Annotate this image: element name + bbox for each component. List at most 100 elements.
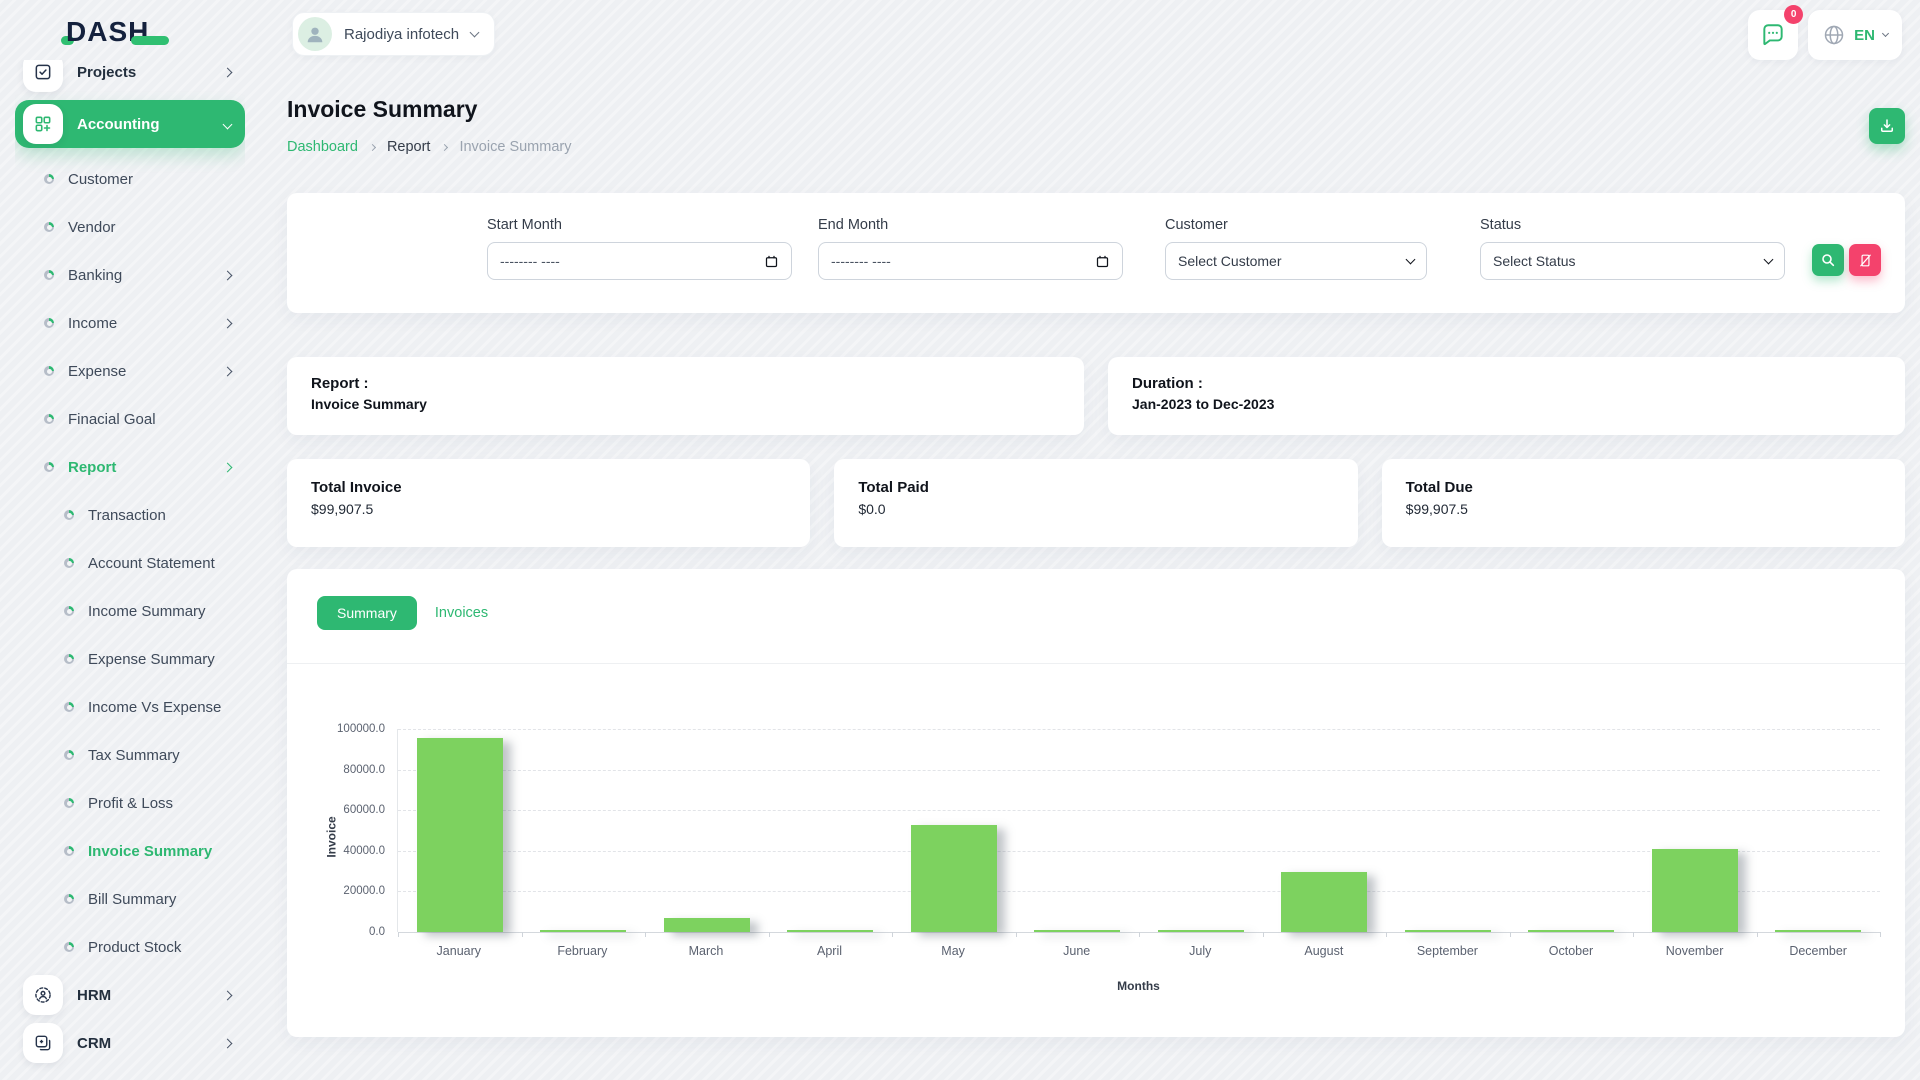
sidebar-item-product-stock[interactable]: Product Stock [15,923,245,971]
status-select[interactable]: Select Status [1480,242,1785,280]
company-selector[interactable]: Rajodiya infotech [292,12,495,56]
bullet-icon [64,798,74,808]
sidebar-item-label: Bill Summary [88,891,245,908]
axis-tick [522,932,523,937]
sidebar-item-income-summary[interactable]: Income Summary [15,587,245,635]
sidebar-item-banking[interactable]: Banking [15,251,245,299]
bar-august[interactable] [1281,872,1367,932]
stat-value: $0.0 [858,501,1333,517]
sidebar-item-label: Product Stock [88,939,245,956]
tab-invoices[interactable]: Invoices [435,605,488,621]
search-button[interactable] [1812,244,1844,276]
bar-slot [1386,729,1510,932]
x-axis-label: November [1633,944,1757,958]
sidebar-item-account-statement[interactable]: Account Statement [15,539,245,587]
messages-button[interactable]: 0 [1748,10,1798,60]
sidebar-item-finacial-goal[interactable]: Finacial Goal [15,395,245,443]
bar-february[interactable] [540,930,626,932]
stat-label: Total Paid [858,479,1333,496]
duration-label: Duration : [1132,375,1881,392]
sidebar-item-label: Vendor [68,219,245,236]
sidebar-item-transaction[interactable]: Transaction [15,491,245,539]
app-logo[interactable]: DASH [66,16,149,48]
end-month-input[interactable]: -------- ---- [818,242,1123,280]
chevron-down-icon [1882,30,1889,37]
bar-slot [1139,729,1263,932]
y-axis-tick: 80000.0 [343,764,385,776]
sidebar-item-label: Finacial Goal [68,411,245,428]
start-month-input[interactable]: -------- ---- [487,242,792,280]
bar-april[interactable] [787,930,873,932]
x-axis-label: September [1386,944,1510,958]
sidebar-item-label: HRM [77,987,210,1004]
bar-october[interactable] [1528,930,1614,932]
bar-june[interactable] [1034,930,1120,932]
x-axis-label: October [1509,944,1633,958]
tab-summary[interactable]: Summary [317,596,417,630]
chevron-right-icon [223,462,233,472]
x-axis-label: July [1138,944,1262,958]
chevron-down-icon [1764,254,1774,264]
sidebar-item-label: Expense [68,363,210,380]
sidebar-item-invoice-summary[interactable]: Invoice Summary [15,827,245,875]
language-selector[interactable]: EN [1808,10,1902,60]
sidebar-item-profit-loss[interactable]: Profit & Loss [15,779,245,827]
axis-tick [1016,932,1017,937]
breadcrumb-report[interactable]: Report [387,139,431,155]
y-axis-tick: 100000.0 [337,723,385,735]
bullet-icon [44,318,54,328]
breadcrumb-dashboard[interactable]: Dashboard [287,139,358,155]
bar-slot [1016,729,1140,932]
topbar: DASH Rajodiya infotech 0 EN [0,0,1920,70]
stat-card-total-invoice: Total Invoice $99,907.5 [287,459,810,547]
bullet-icon [64,750,74,760]
chevron-right-icon [223,318,233,328]
sidebar-item-expense-summary[interactable]: Expense Summary [15,635,245,683]
bar-may[interactable] [911,825,997,932]
sidebar-item-accounting[interactable]: Accounting [15,100,245,148]
chart-card: Summary Invoices Invoice 100000.080000.0… [287,569,1905,1037]
bar-november[interactable] [1652,849,1738,932]
bullet-icon [44,366,54,376]
sidebar-item-hrm[interactable]: HRM [15,971,245,1019]
download-button[interactable] [1869,108,1905,144]
bar-december[interactable] [1775,930,1861,932]
report-card: Report : Invoice Summary [287,357,1084,435]
sidebar-item-customer[interactable]: Customer [15,155,245,203]
sidebar-item-report[interactable]: Report [15,443,245,491]
sidebar-item-bill-summary[interactable]: Bill Summary [15,875,245,923]
company-name: Rajodiya infotech [344,26,459,43]
main-content: Invoice Summary Dashboard Report Invoice… [287,96,1905,1037]
bar-slot [1263,729,1387,932]
bar-slot [1510,729,1634,932]
person-icon [304,23,326,45]
x-axis: JanuaryFebruaryMarchAprilMayJuneJulyAugu… [397,944,1880,958]
customer-select[interactable]: Select Customer [1165,242,1427,280]
chevron-right-icon [223,1038,233,1048]
bar-september[interactable] [1405,930,1491,932]
bullet-icon [64,846,74,856]
sidebar-item-label: Customer [68,171,245,188]
duration-card: Duration : Jan-2023 to Dec-2023 [1108,357,1905,435]
sidebar-item-tax-summary[interactable]: Tax Summary [15,731,245,779]
bullet-icon [44,174,54,184]
stat-value: $99,907.5 [1406,501,1881,517]
bullet-icon [64,558,74,568]
bar-july[interactable] [1158,930,1244,932]
sidebar-item-income[interactable]: Income [15,299,245,347]
reset-button[interactable] [1849,244,1881,276]
sidebar-item-expense[interactable]: Expense [15,347,245,395]
sidebar-item-vendor[interactable]: Vendor [15,203,245,251]
sidebar-item-label: Income Vs Expense [88,699,245,716]
sidebar-item-projects[interactable]: Projects [15,60,245,96]
bullet-icon [64,702,74,712]
sidebar-item-label: Projects [77,64,210,81]
bar-january[interactable] [417,738,503,932]
bullet-icon [64,942,74,952]
sidebar-item-income-vs-expense[interactable]: Income Vs Expense [15,683,245,731]
bar-march[interactable] [664,918,750,932]
hrm-icon [23,975,63,1015]
report-label: Report : [311,375,1060,392]
chevron-right-icon [223,67,233,77]
sidebar-item-crm[interactable]: CRM [15,1019,245,1067]
